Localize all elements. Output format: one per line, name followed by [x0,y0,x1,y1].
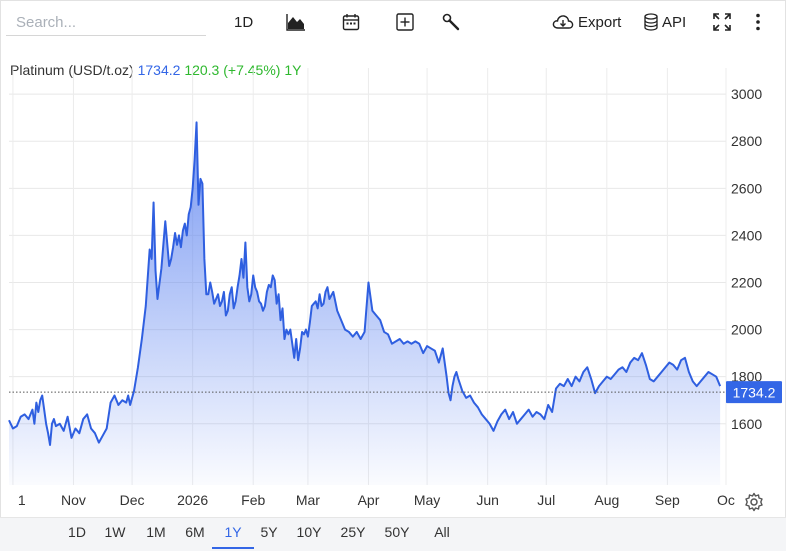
range-button-1y[interactable]: 1Y [220,524,246,540]
x-tick-label: Aug [594,492,619,508]
x-tick-label: Apr [358,492,380,508]
gear-icon [745,492,763,512]
x-tick-label: Dec [120,492,145,508]
range-button-1d[interactable]: 1D [64,524,90,540]
range-button-10y[interactable]: 10Y [293,524,325,540]
y-tick-label: 2400 [731,227,762,243]
price-area-fill [9,122,721,485]
x-tick-label: May [414,492,440,508]
x-tick-label: Oc [717,492,735,508]
range-button-all[interactable]: All [426,524,458,540]
last-price-tag-label: 1734.2 [733,385,776,401]
range-button-25y[interactable]: 25Y [337,524,369,540]
chart-settings-button[interactable] [744,492,764,517]
x-tick-label: Mar [296,492,320,508]
x-tick-label: Nov [61,492,86,508]
range-button-5y[interactable]: 5Y [256,524,282,540]
price-chart[interactable]: 160018002000220024002600280030001 Nov Dec 2… [0,0,786,517]
active-range-indicator [212,547,254,549]
y-tick-label: 2200 [731,275,762,291]
y-tick-label: 2800 [731,133,762,149]
range-button-1m[interactable]: 1M [143,524,169,540]
range-button-50y[interactable]: 50Y [381,524,413,540]
y-tick-label: 3000 [731,86,762,102]
x-tick-label: Jun [476,492,499,508]
y-tick-label: 2000 [731,322,762,338]
y-tick-label: 2600 [731,180,762,196]
x-tick-label: Feb [241,492,265,508]
y-tick-label: 1600 [731,416,762,432]
x-tick-label: 1 [18,492,26,508]
range-selector: 1D 1W 1M 6M 1Y 5Y 10Y 25Y 50Y All [0,517,786,551]
range-button-6m[interactable]: 6M [182,524,208,540]
x-tick-label: Sep [655,492,680,508]
x-tick-label: Jul [537,492,555,508]
x-tick-label: 2026 [177,492,208,508]
range-button-1w[interactable]: 1W [102,524,128,540]
